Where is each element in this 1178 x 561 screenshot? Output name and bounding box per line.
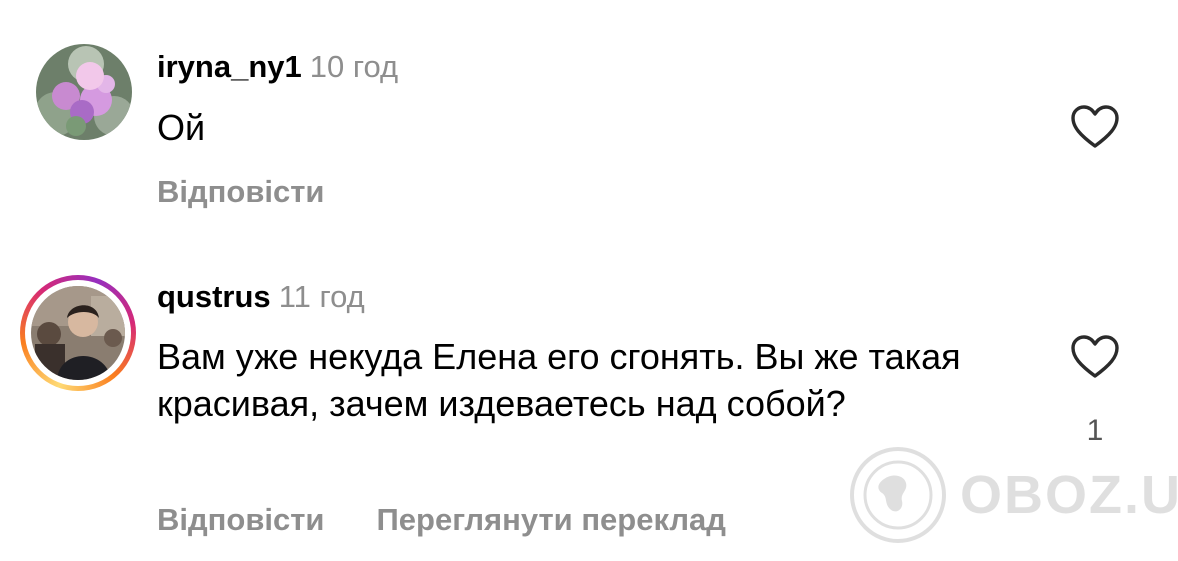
username-text[interactable]: qustrus bbox=[157, 279, 271, 314]
reply-button[interactable]: Відповісти bbox=[157, 502, 325, 538]
like-count: 1 bbox=[1086, 414, 1104, 447]
comment-actions: Відповісти Переглянути переклад bbox=[157, 502, 726, 538]
comment-time: 11 год bbox=[278, 279, 365, 314]
avatar bbox=[25, 280, 131, 386]
heart-outline-icon[interactable] bbox=[1070, 334, 1120, 380]
avatar-photo bbox=[31, 286, 125, 380]
comment-username[interactable]: qustrus 11 год bbox=[157, 279, 365, 315]
view-translation-button[interactable]: Переглянути переклад bbox=[377, 502, 726, 538]
watermark: OBOZ.UA bbox=[848, 445, 1178, 545]
watermark-text: OBOZ.UA bbox=[960, 465, 1178, 525]
globe-icon bbox=[850, 447, 946, 543]
avatar-story-ring[interactable] bbox=[20, 275, 136, 391]
comment-text: Вам уже некуда Елена его сгонять. Вы же … bbox=[157, 336, 961, 424]
